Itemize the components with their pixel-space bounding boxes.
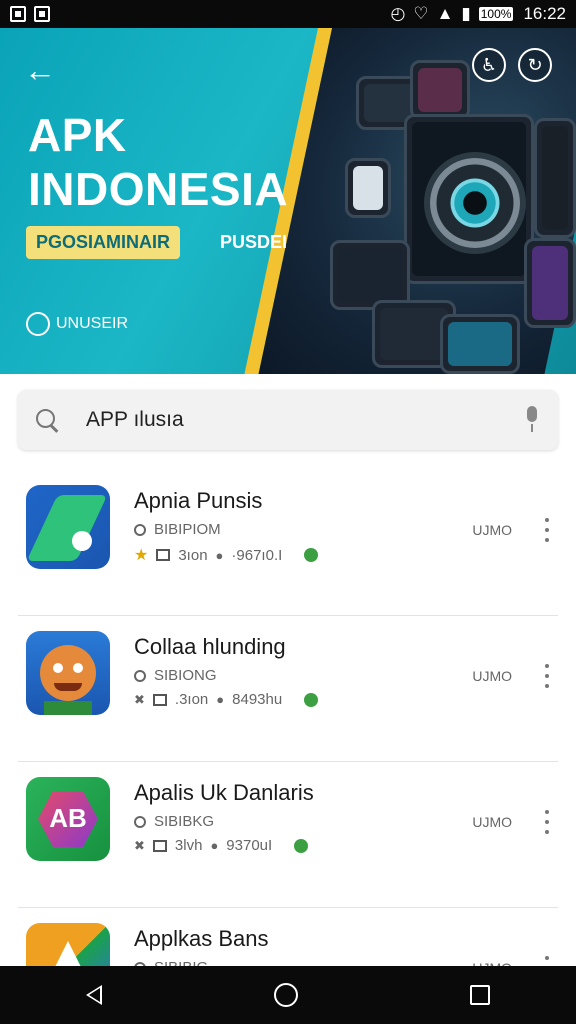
search-icon (34, 407, 60, 433)
more-options-icon[interactable] (540, 518, 554, 542)
share-icon: ✖ (134, 837, 145, 853)
location-icon: ● (215, 547, 224, 563)
phone-illustration (534, 118, 576, 238)
app-icon: AB (26, 777, 110, 861)
alarm-icon: ◴ (390, 4, 406, 23)
system-nav-bar (0, 966, 576, 1024)
nav-back-icon[interactable] (86, 985, 102, 1005)
nav-home-icon[interactable] (274, 983, 298, 1007)
banner-footer[interactable]: UNUSEIR (26, 312, 128, 336)
sync-icon[interactable]: ↻ (518, 48, 552, 82)
share-icon: ✖ (134, 691, 145, 707)
vibrate-icon: ♡ (413, 4, 429, 23)
app-name: Collaa hlunding (134, 634, 286, 659)
download-icon (152, 693, 167, 706)
phone-illustration (440, 314, 520, 374)
app-icon-label: AB (49, 803, 87, 833)
banner-footer-label: UNUSEIR (56, 315, 129, 332)
image-icon (34, 6, 50, 22)
developer-icon (134, 669, 146, 682)
status-bar: ◴ ♡ ▲ ▮ 100% 16:22 (0, 0, 576, 28)
app-size: UJMO (472, 522, 512, 538)
notification-icon (10, 6, 26, 22)
search-input[interactable] (86, 408, 522, 432)
camera-lens-illustration (430, 158, 520, 248)
developer-icon (134, 815, 146, 828)
verified-icon (304, 692, 319, 707)
list-item[interactable]: AB Apalis Uk Danlaris SIBIBKG ✖ 3lvh ● 9… (18, 762, 558, 908)
app-name: Applkas Bans (134, 926, 269, 951)
status-left (10, 6, 50, 22)
more-options-icon[interactable] (540, 664, 554, 688)
phone-illustration (524, 238, 576, 328)
app-name: Apnia Punsis (134, 488, 263, 513)
banner-title-line2: INDONESIA (28, 163, 289, 215)
back-arrow-icon[interactable]: ← (24, 54, 56, 86)
phone-illustration (410, 60, 470, 120)
info-circle-icon (26, 312, 50, 336)
status-right: ◴ ♡ ▲ ▮ 100% 16:22 (390, 4, 566, 24)
verified-icon (304, 548, 319, 562)
status-time: 16:22 (523, 4, 566, 23)
app-icon (26, 485, 110, 569)
verified-icon (294, 838, 309, 853)
app-developer: SIBIONG (134, 667, 217, 684)
app-meta: ★ 3ıon ● ·967ı0.I (134, 545, 319, 565)
app-size: UJMO (472, 668, 512, 684)
microphone-icon[interactable] (522, 406, 542, 434)
banner-actions: ♿ ↻ (472, 48, 552, 82)
app-size: UJMO (472, 814, 512, 830)
nav-recents-icon[interactable] (470, 985, 490, 1005)
list-item[interactable]: Apnia Punsis BIBIPIOM ★ 3ıon ● ·967ı0.I … (18, 470, 558, 616)
banner-tag[interactable]: PGOSIAMINAIR (26, 226, 181, 259)
app-list: Apnia Punsis BIBIPIOM ★ 3ıon ● ·967ı0.I … (0, 470, 576, 1024)
developer-icon (134, 523, 146, 536)
phone-illustration (345, 158, 391, 218)
location-icon: ● (216, 692, 225, 707)
download-icon (152, 839, 167, 852)
app-meta: ✖ .3ıon ● 8493hu (134, 691, 319, 708)
app-icon (26, 631, 110, 715)
list-item[interactable]: Collaa hlunding SIBIONG ✖ .3ıon ● 8493hu… (18, 616, 558, 762)
app-meta: ✖ 3lvh ● 9370uI (134, 837, 309, 854)
banner-title-line1: APK (28, 109, 127, 161)
download-icon (156, 549, 171, 561)
battery-icon: 100% (478, 7, 514, 21)
app-name: Apalis Uk Danlaris (134, 780, 314, 805)
search-bar[interactable] (18, 390, 558, 450)
app-developer: BIBIPIOM (134, 521, 221, 538)
more-options-icon[interactable] (540, 810, 554, 834)
hero-banner: ← ♿ ↻ APK INDONESIA PGOSIAMINAIR PUSDEI … (0, 28, 576, 374)
rating-icon: ★ (134, 547, 149, 564)
banner-tag-secondary: PUSDEI (220, 232, 288, 252)
location-icon: ● (210, 838, 219, 853)
wifi-icon: ▲ (436, 4, 454, 23)
signal-icon: ▮ (461, 4, 471, 23)
accessibility-icon[interactable]: ♿ (472, 48, 506, 82)
app-developer: SIBIBKG (134, 813, 214, 830)
banner-title: APK INDONESIA (28, 108, 288, 216)
